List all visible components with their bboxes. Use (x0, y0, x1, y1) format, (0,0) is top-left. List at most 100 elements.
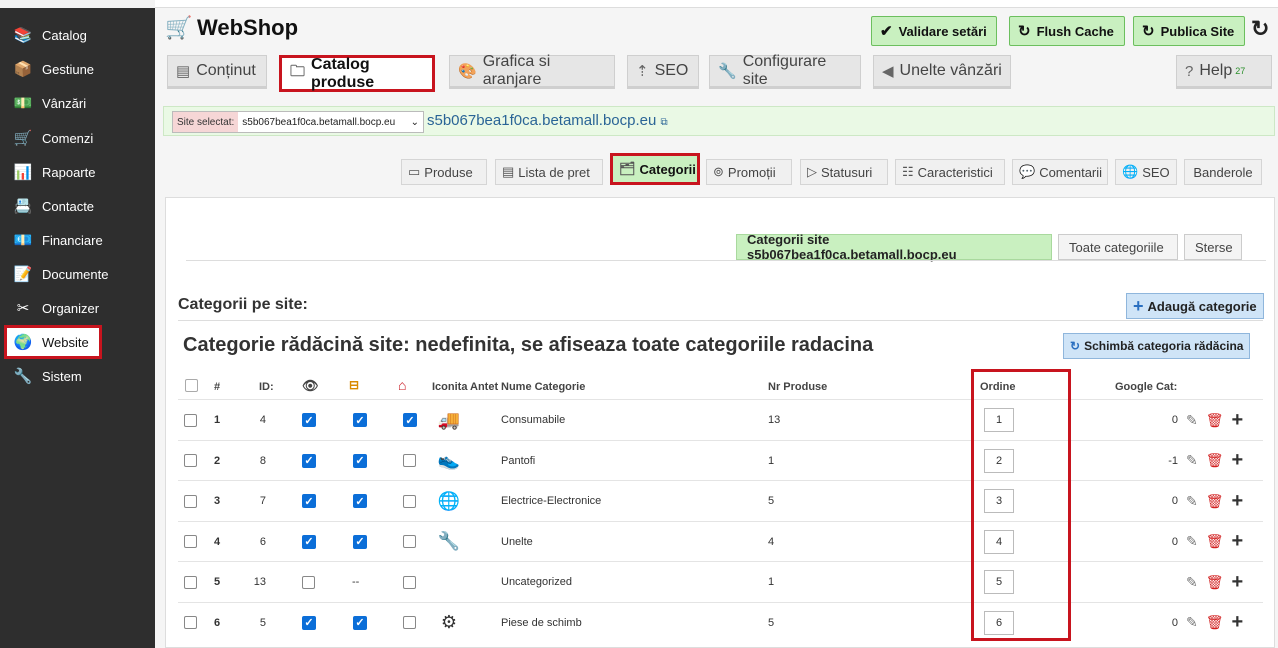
plus-icon[interactable]: + (1232, 571, 1244, 594)
subtab-categorii[interactable]: 🗂 Categorii (610, 153, 700, 185)
site-url-link[interactable]: s5b067bea1f0ca.betamall.bocp.eu ⧉ (427, 112, 668, 129)
visible-checkbox[interactable]: ✓ (302, 481, 316, 521)
row-select-checkbox[interactable] (184, 562, 197, 602)
google-category (1138, 562, 1178, 602)
sidebar-item-vânzări[interactable]: 💵 Vânzări (0, 86, 155, 120)
validate-settings-button[interactable]: ✔ Validare setări (871, 16, 997, 46)
visible-checkbox[interactable]: ✓ (302, 441, 316, 481)
edit-icon[interactable]: ✎ (1186, 412, 1198, 429)
organizer-icon: ✂ (16, 300, 30, 317)
tab-catalog-produse[interactable]: 🗀 Catalog produse (279, 55, 435, 92)
promotion-icon: ⊚ (713, 164, 724, 179)
external-link-icon: ⧉ (660, 117, 668, 128)
home-checkbox[interactable] (403, 441, 416, 481)
sidebar-item-organizer[interactable]: ✂ Organizer (0, 291, 155, 325)
category-name[interactable]: Electrice-Electronice (501, 481, 601, 521)
eye-icon: 👁 (302, 378, 319, 393)
tab-seo[interactable]: ⇡ SEO (627, 55, 699, 89)
edit-icon[interactable]: ✎ (1186, 574, 1198, 591)
subtab-promotii[interactable]: ⊚ Promoții (706, 159, 792, 185)
home-checkbox[interactable] (403, 603, 416, 643)
home-checkbox[interactable]: ✓ (403, 400, 417, 440)
category-name[interactable]: Piese de schimb (501, 603, 582, 643)
sidebar-item-contacte[interactable]: 📇 Contacte (0, 189, 155, 223)
tab-unelte-vanzari[interactable]: ◀ Unelte vânzări (873, 55, 1011, 89)
trash-icon[interactable]: 🗑 (1206, 614, 1224, 631)
row-select-checkbox[interactable] (184, 522, 197, 562)
row-select-checkbox[interactable] (184, 481, 197, 521)
ptab-site-categories[interactable]: Categorii site s5b067bea1f0ca.betamall.b… (736, 232, 1052, 262)
sidebar-item-comenzi[interactable]: 🛒 Comenzi (0, 121, 155, 155)
tab-help[interactable]: ? Help 27 (1176, 55, 1272, 89)
home-checkbox[interactable] (403, 522, 416, 562)
plus-icon[interactable]: + (1232, 409, 1244, 432)
menu-checkbox[interactable]: ✓ (353, 603, 367, 643)
edit-icon[interactable]: ✎ (1186, 452, 1198, 469)
megaphone-icon: ◀ (882, 63, 894, 80)
sidebar-item-website[interactable]: 🌍 Website (4, 325, 102, 359)
subtab-caracteristici[interactable]: ☷ Caracteristici (895, 159, 1005, 185)
flush-cache-button[interactable]: ↻ Flush Cache (1009, 16, 1125, 46)
category-name[interactable]: Unelte (501, 522, 533, 562)
sidebar-item-label: Catalog (42, 27, 87, 43)
row-select-checkbox[interactable] (184, 603, 197, 643)
sidebar-item-financiare[interactable]: 💶 Financiare (0, 223, 155, 257)
sync-icon[interactable]: ↻ (1251, 16, 1269, 42)
tab-grafica[interactable]: 🎨 Grafica si aranjare (449, 53, 615, 89)
row-select-checkbox[interactable] (184, 441, 197, 481)
visible-checkbox[interactable]: ✓ (302, 522, 316, 562)
category-name[interactable]: Consumabile (501, 400, 565, 440)
menu-checkbox[interactable]: ✓ (353, 481, 367, 521)
visible-checkbox[interactable]: ✓ (302, 400, 316, 440)
menu-checkbox[interactable]: ✓ (353, 522, 367, 562)
subtab-comentarii[interactable]: 💬 Comentarii (1012, 159, 1108, 185)
trash-icon[interactable]: 🗑 (1206, 533, 1224, 550)
sidebar-item-catalog[interactable]: 📚 Catalog (0, 18, 155, 52)
category-name[interactable]: Uncategorized (501, 562, 572, 602)
menu-checkbox[interactable]: ✓ (353, 400, 367, 440)
category-image: 🌐 (436, 481, 462, 521)
publish-site-button[interactable]: ↻ Publica Site (1133, 16, 1245, 46)
plus-icon[interactable]: + (1232, 490, 1244, 513)
tab-configurare-site[interactable]: 🔧 Configurare site (709, 53, 861, 89)
trash-icon[interactable]: 🗑 (1206, 493, 1224, 510)
product-count: 1 (768, 576, 775, 588)
tab-continut[interactable]: ▤ Conținut (167, 55, 267, 89)
home-checkbox[interactable] (403, 481, 416, 521)
add-category-button[interactable]: + Adaugă categorie (1126, 293, 1264, 319)
subtab-banderole[interactable]: Banderole (1184, 159, 1262, 185)
edit-icon[interactable]: ✎ (1186, 533, 1198, 550)
trash-icon[interactable]: 🗑 (1206, 574, 1224, 591)
site-select[interactable]: Site selectat: s5b067bea1f0ca.betamall.b… (172, 111, 424, 133)
trash-icon[interactable]: 🗑 (1206, 412, 1224, 429)
visible-checkbox[interactable] (302, 562, 315, 602)
sidebar-top-strip (0, 0, 155, 8)
col-count-header: Nr Produse (768, 381, 828, 393)
plus-icon[interactable]: + (1232, 530, 1244, 553)
sidebar-item-documente[interactable]: 📝 Documente (0, 257, 155, 291)
subtab-produse[interactable]: ▭ Produse (401, 159, 487, 185)
plus-icon: + (1133, 295, 1144, 316)
change-root-category-button[interactable]: ↻ Schimbă categoria rădăcina (1063, 333, 1251, 359)
subtab-seo[interactable]: 🌐 SEO (1115, 159, 1177, 185)
subtab-lista-de-pret[interactable]: ▤ Lista de pret (495, 159, 603, 185)
category-name[interactable]: Pantofi (501, 441, 535, 481)
brand[interactable]: 🛒 WebShop (165, 14, 298, 42)
order-column-highlight (971, 369, 1071, 641)
home-checkbox[interactable] (403, 562, 416, 602)
visible-checkbox[interactable]: ✓ (302, 603, 316, 643)
edit-icon[interactable]: ✎ (1186, 614, 1198, 631)
subtab-statusuri[interactable]: ▷ Statusuri (800, 159, 888, 185)
plus-icon[interactable]: + (1232, 611, 1244, 634)
select-all-checkbox[interactable] (185, 379, 198, 395)
row-select-checkbox[interactable] (184, 400, 197, 440)
trash-icon[interactable]: 🗑 (1206, 452, 1224, 469)
ptab-deleted[interactable]: Sterse (1184, 234, 1242, 260)
ptab-all-categories[interactable]: Toate categoriile (1058, 234, 1178, 260)
plus-icon[interactable]: + (1232, 449, 1244, 472)
sidebar-item-sistem[interactable]: 🔧 Sistem (0, 359, 155, 393)
sidebar-item-gestiune[interactable]: 📦 Gestiune (0, 52, 155, 86)
menu-checkbox[interactable]: ✓ (353, 441, 367, 481)
sidebar-item-rapoarte[interactable]: 📊 Rapoarte (0, 155, 155, 189)
edit-icon[interactable]: ✎ (1186, 493, 1198, 510)
